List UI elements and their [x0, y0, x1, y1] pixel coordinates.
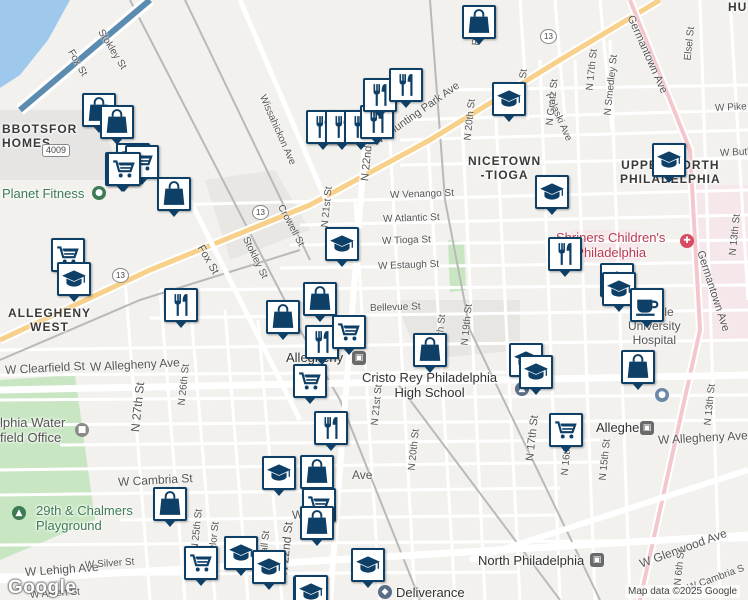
shopping-icon: [304, 459, 330, 485]
shopping-marker[interactable]: [300, 506, 334, 546]
shopping-icon: [417, 337, 443, 363]
grocery-icon: [553, 417, 579, 443]
office-poi-label: lphia Water field Office: [0, 415, 66, 445]
street-label: W Atlantic St: [382, 212, 440, 225]
shopping-marker[interactable]: [303, 282, 337, 322]
school-marker[interactable]: [294, 575, 328, 600]
hospital-icon[interactable]: ●: [655, 388, 669, 402]
street-label: W Estaugh St: [377, 258, 440, 272]
poi-icon[interactable]: ◆: [378, 585, 392, 599]
street-label: W Tioga St: [381, 234, 432, 247]
shopping-marker[interactable]: [153, 487, 187, 527]
school-icon: [496, 86, 522, 112]
shopping-icon: [104, 109, 130, 135]
gym-poi-label: Planet Fitness: [2, 186, 85, 201]
school-marker[interactable]: [351, 548, 385, 588]
station-label: North Philadelphia: [478, 553, 585, 568]
school-icon: [606, 276, 632, 302]
shopping-marker[interactable]: [413, 333, 447, 373]
shopping-marker[interactable]: [100, 105, 134, 145]
restaurant-marker[interactable]: [314, 411, 348, 451]
school-icon: [523, 359, 549, 385]
grocery-icon: [336, 319, 362, 345]
train-station-icon[interactable]: ▣: [640, 421, 654, 435]
train-station-icon[interactable]: ▣: [590, 553, 604, 567]
shopping-marker[interactable]: [621, 350, 655, 390]
neighborhood-label: NICETOWN -TIOGA: [468, 154, 542, 182]
park-icon[interactable]: ▲: [12, 506, 26, 520]
shopping-marker[interactable]: [462, 5, 496, 45]
cafe-icon: [634, 292, 660, 318]
shopping-icon: [157, 491, 183, 517]
grocery-icon: [111, 156, 137, 182]
school-icon: [656, 147, 682, 173]
street-label: W Butler: [719, 146, 748, 159]
route-shield: 4009: [42, 144, 71, 157]
restaurant-icon: [393, 72, 419, 98]
map-attribution[interactable]: Map data ©2025 Google: [625, 585, 741, 598]
park-poi-label: 29th & Chalmers Playground: [36, 503, 133, 533]
shopping-marker[interactable]: [157, 177, 191, 217]
cafe-marker[interactable]: [630, 288, 664, 328]
grocery-marker[interactable]: [184, 546, 218, 586]
google-logo: Google: [8, 577, 77, 598]
restaurant-icon: [168, 292, 194, 318]
school-icon: [228, 540, 254, 566]
school-poi-label: Cristo Rey Philadelphia High School: [362, 370, 498, 400]
neighborhood-label: HU: [728, 0, 748, 14]
office-icon[interactable]: ■: [75, 423, 89, 437]
shopping-icon: [307, 286, 333, 312]
grocery-marker[interactable]: [549, 413, 583, 453]
route-shield: 13: [112, 268, 129, 283]
school-icon: [539, 179, 565, 205]
school-icon: [266, 460, 292, 486]
street-label: W Pike: [714, 101, 747, 114]
map-canvas[interactable]: Stokley St Fox St Wissahickon Ave W Hunt…: [0, 0, 748, 600]
school-marker[interactable]: [492, 82, 526, 122]
street-label: W Venango St: [389, 187, 455, 201]
shopping-marker[interactable]: [300, 455, 334, 495]
shopping-icon: [270, 304, 296, 330]
school-marker[interactable]: [325, 227, 359, 267]
poi-label: Deliverance: [396, 585, 465, 600]
school-icon: [61, 266, 87, 292]
school-icon: [298, 579, 324, 600]
shopping-icon: [625, 354, 651, 380]
grocery-marker[interactable]: [107, 152, 141, 192]
shopping-icon: [304, 510, 330, 536]
shopping-marker[interactable]: [266, 300, 300, 340]
grocery-icon: [297, 368, 323, 394]
gym-icon[interactable]: ●: [92, 186, 106, 200]
restaurant-icon: [552, 241, 578, 267]
shopping-icon: [161, 181, 187, 207]
grocery-marker[interactable]: [293, 364, 327, 404]
restaurant-marker[interactable]: [389, 68, 423, 108]
restaurant-icon: [318, 415, 344, 441]
school-icon: [355, 552, 381, 578]
school-icon: [256, 554, 282, 580]
shopping-icon: [466, 9, 492, 35]
hospital-icon[interactable]: ✚: [680, 234, 694, 248]
school-marker[interactable]: [652, 143, 686, 183]
school-marker[interactable]: [535, 175, 569, 215]
neighborhood-label: ALLEGHENY WEST: [8, 306, 92, 334]
school-icon: [329, 231, 355, 257]
route-shield: 13: [252, 205, 269, 220]
grocery-icon: [188, 550, 214, 576]
school-marker[interactable]: [519, 355, 553, 395]
street-label: Ave: [352, 468, 373, 482]
route-shield: 13: [540, 29, 557, 44]
restaurant-marker[interactable]: [548, 237, 582, 277]
school-marker[interactable]: [57, 262, 91, 302]
street-label: Bellevue St: [369, 301, 421, 314]
grocery-marker[interactable]: [332, 315, 366, 355]
school-marker[interactable]: [252, 550, 286, 590]
restaurant-marker[interactable]: [164, 288, 198, 328]
school-marker[interactable]: [262, 456, 296, 496]
